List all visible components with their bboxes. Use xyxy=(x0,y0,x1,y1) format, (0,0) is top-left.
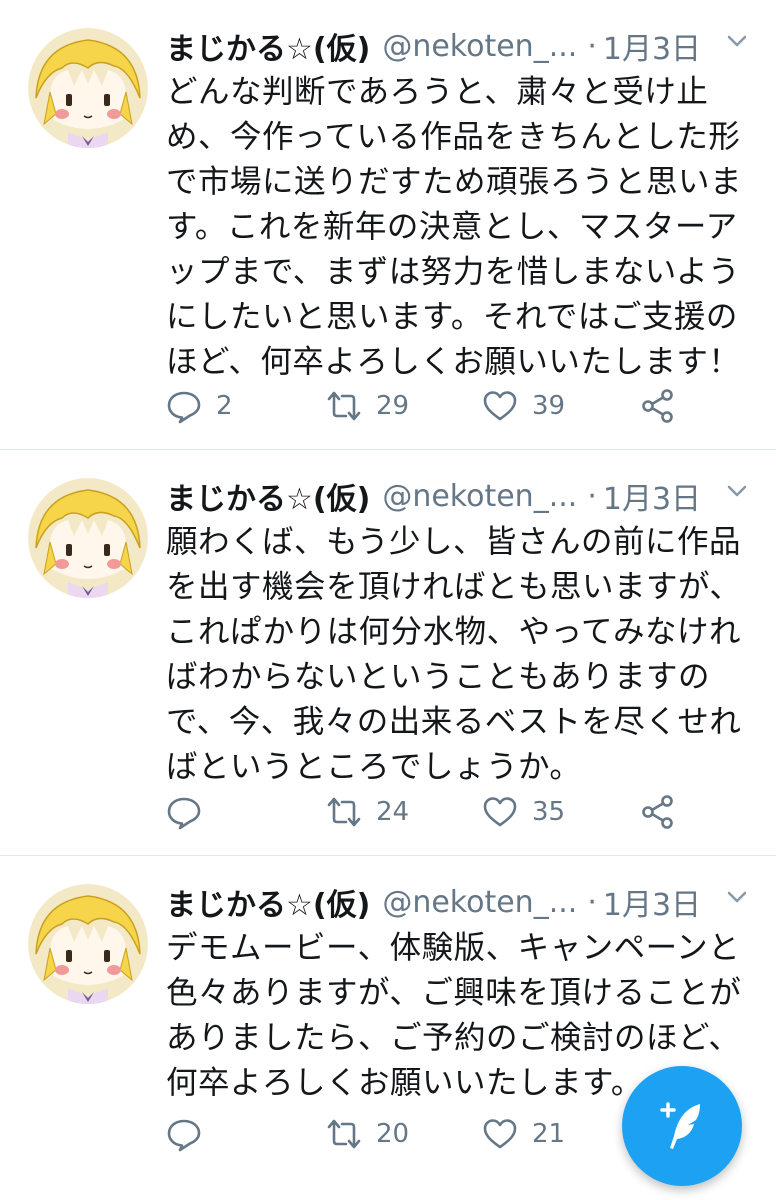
tweet-timestamp[interactable]: 1月3日 xyxy=(603,880,701,924)
author-name[interactable]: まじかる☆(仮) xyxy=(166,24,370,68)
author-handle[interactable]: @nekoten_... xyxy=(382,885,577,920)
retweet-count: 29 xyxy=(376,391,410,421)
tweet[interactable]: まじかる☆(仮) @nekoten_... · 1月3日 願わくば、もう少し、皆… xyxy=(0,450,776,856)
tweet-text-line: ばわからないということもありますの xyxy=(166,659,711,695)
tweet-text-line: を出す機会を頂ければとも思いますが、 xyxy=(166,569,742,605)
tweet-text-line: ほど、何卒よろしくお願いいたします！ xyxy=(166,344,741,380)
tweet-text-line: め、今作っている作品をきちんとした形 xyxy=(166,119,741,155)
tweet-text: どんな判断であろうと、粛々と受け止 め、今作っている作品をきちんとした形 で市場… xyxy=(166,70,756,385)
author-handle[interactable]: @nekoten_... xyxy=(382,479,577,514)
share-icon xyxy=(642,389,673,423)
retweet-icon xyxy=(327,1119,361,1149)
reply-icon xyxy=(167,1119,201,1152)
heart-icon xyxy=(483,1119,517,1149)
avatar-image xyxy=(28,28,148,148)
retweet-count: 24 xyxy=(376,797,410,827)
tweet[interactable]: まじかる☆(仮) @nekoten_... · 1月3日 どんな判断であろうと、… xyxy=(0,0,776,450)
like-count: 21 xyxy=(532,1119,566,1149)
avatar[interactable] xyxy=(28,478,148,598)
tweet-text-line: 願わくば、もう少し、皆さんの前に作品 xyxy=(166,524,742,560)
chevron-down-icon[interactable] xyxy=(726,886,748,908)
avatar-image xyxy=(28,478,148,598)
like-button[interactable]: 39 xyxy=(482,382,565,430)
tweet-text-line: ありましたら、ご予約のご検討のほど、 xyxy=(166,1020,741,1056)
like-count: 35 xyxy=(532,797,566,827)
compose-tweet-button[interactable] xyxy=(622,1066,742,1186)
reply-icon xyxy=(167,797,201,830)
tweet-text-line: ップまで、まずは努力を惜しまないよう xyxy=(166,254,741,290)
reply-icon xyxy=(167,391,201,424)
separator: · xyxy=(587,28,597,64)
tweet-timestamp[interactable]: 1月3日 xyxy=(603,474,701,518)
heart-icon xyxy=(483,391,517,421)
author-name[interactable]: まじかる☆(仮) xyxy=(166,880,370,924)
avatar[interactable] xyxy=(28,28,148,148)
separator: · xyxy=(587,884,597,920)
retweet-icon xyxy=(327,391,361,421)
avatar-image xyxy=(28,884,148,1004)
author-handle[interactable]: @nekoten_... xyxy=(382,29,577,64)
reply-button[interactable]: 2 xyxy=(166,382,233,430)
tweet-text-line: にしたいと思います。それではご支援の xyxy=(166,299,738,335)
like-count: 39 xyxy=(532,391,566,421)
reply-count: 2 xyxy=(216,391,233,421)
author-name[interactable]: まじかる☆(仮) xyxy=(166,474,370,518)
timeline: まじかる☆(仮) @nekoten_... · 1月3日 どんな判断であろうと、… xyxy=(0,0,776,1200)
tweet-text-line: で、今、我々の出来るベストを尽くせれ xyxy=(166,704,742,740)
tweet-text-line: 色々ありますが、ご興味を頂けることが xyxy=(166,975,742,1011)
share-icon xyxy=(642,795,673,829)
retweet-count: 20 xyxy=(376,1119,410,1149)
retweet-button[interactable]: 20 xyxy=(326,1110,409,1158)
reply-button[interactable] xyxy=(166,1110,216,1158)
tweet-text: 願わくば、もう少し、皆さんの前に作品 を出す機会を頂ければとも思いますが、 これ… xyxy=(166,520,756,790)
tweet-text-line: どんな判断であろうと、粛々と受け止 xyxy=(166,74,709,110)
like-button[interactable]: 35 xyxy=(482,788,565,836)
compose-tweet-icon xyxy=(660,1102,700,1149)
chevron-down-icon[interactable] xyxy=(726,30,748,52)
like-button[interactable]: 21 xyxy=(482,1110,565,1158)
avatar[interactable] xyxy=(28,884,148,1004)
tweet-text-line: デモムービー、体験版、キャンペーンと xyxy=(166,930,741,966)
tweet-actions: 20 21 xyxy=(166,1110,686,1158)
tweet-actions: 2 29 39 xyxy=(166,382,686,430)
tweet-header: まじかる☆(仮) @nekoten_... · 1月3日 xyxy=(166,876,701,928)
heart-icon xyxy=(483,797,517,827)
tweet-timestamp[interactable]: 1月3日 xyxy=(603,24,701,68)
tweet-text-line: これぱかりは何分水物、やってみなけれ xyxy=(166,614,742,650)
chevron-down-icon[interactable] xyxy=(726,480,748,502)
share-button[interactable] xyxy=(640,788,676,836)
retweet-button[interactable]: 24 xyxy=(326,788,409,836)
tweet-header: まじかる☆(仮) @nekoten_... · 1月3日 xyxy=(166,20,701,72)
retweet-button[interactable]: 29 xyxy=(326,382,409,430)
tweet-text-line: ばというところでしょうか。 xyxy=(166,749,582,785)
tweet-text-line: す。これを新年の決意とし、マスターア xyxy=(166,209,738,245)
retweet-icon xyxy=(327,797,361,827)
separator: · xyxy=(587,478,597,514)
tweet-header: まじかる☆(仮) @nekoten_... · 1月3日 xyxy=(166,470,701,522)
tweet-text-line: で市場に送りだすため頑張ろうと思いま xyxy=(166,164,743,200)
share-button[interactable] xyxy=(640,382,676,430)
reply-button[interactable] xyxy=(166,788,216,836)
tweet-actions: 24 35 xyxy=(166,788,686,836)
